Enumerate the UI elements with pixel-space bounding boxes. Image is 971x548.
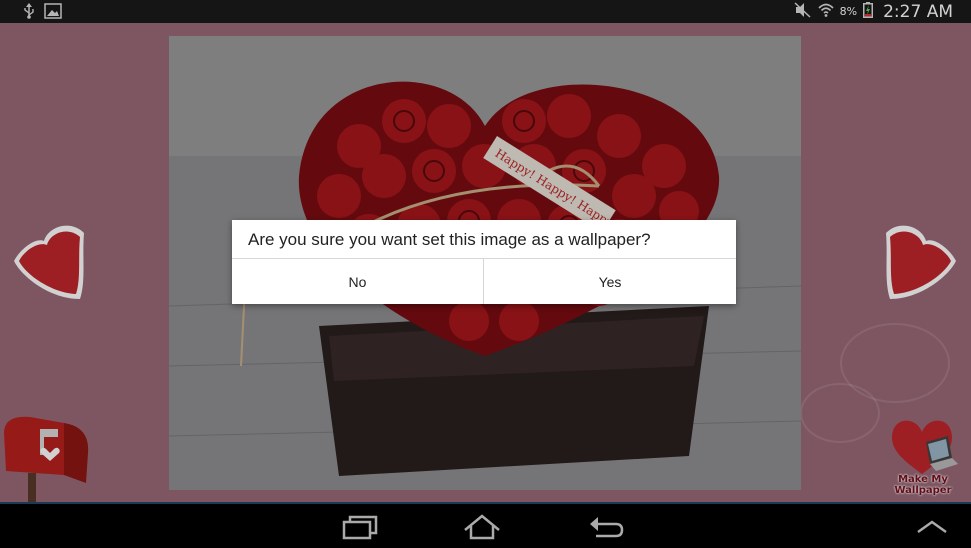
home-icon <box>464 514 500 540</box>
back-button[interactable] <box>586 512 626 542</box>
home-button[interactable] <box>462 512 502 542</box>
back-icon <box>590 517 624 538</box>
recent-apps-icon <box>342 515 378 540</box>
yes-button[interactable]: Yes <box>484 259 736 304</box>
dialog-message: Are you sure you want set this image as … <box>248 230 651 249</box>
no-button[interactable]: No <box>232 259 483 304</box>
confirm-wallpaper-dialog: Are you sure you want set this image as … <box>232 220 736 304</box>
recent-apps-button[interactable] <box>340 512 380 542</box>
system-nav-bar <box>0 502 971 548</box>
menu-up-icon <box>917 520 947 534</box>
menu-up-button[interactable] <box>912 512 952 542</box>
